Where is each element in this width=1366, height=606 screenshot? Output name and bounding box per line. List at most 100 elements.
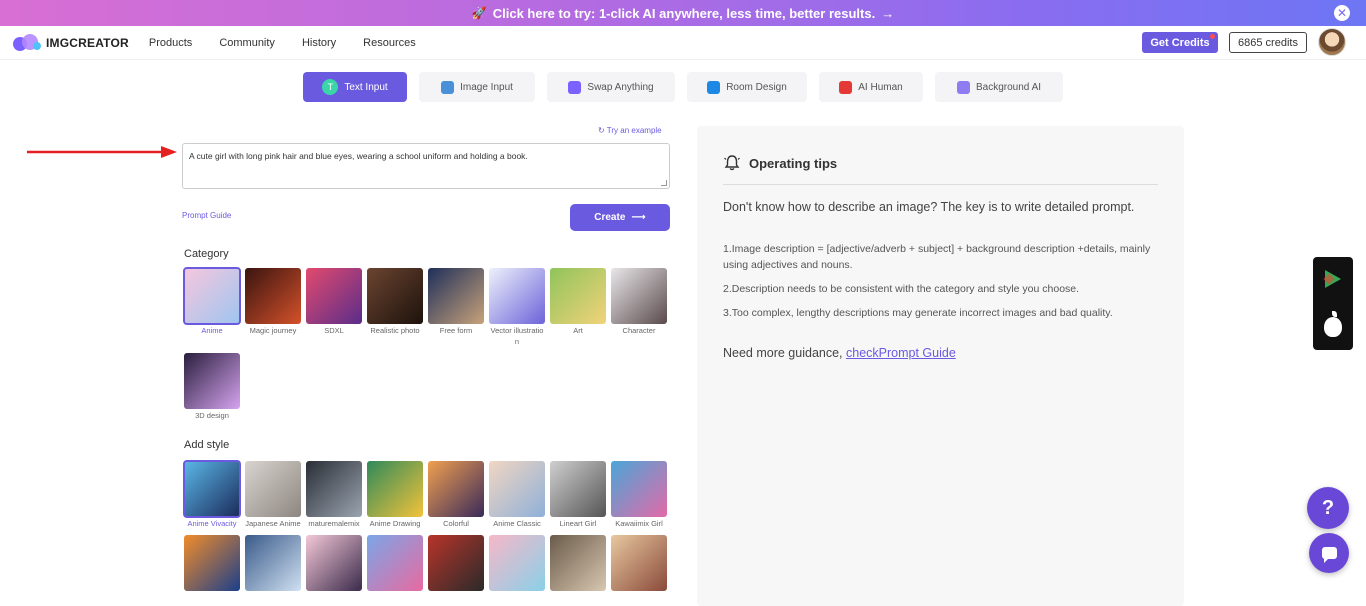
tab-label: Background AI [975,81,1042,93]
style-label: Japanese Anime [245,519,301,528]
style-label: Anime Drawing [369,519,421,528]
prompt-guide-link[interactable]: checkPrompt Guide [846,346,956,360]
style-thumbnail [184,535,240,591]
category-thumbnail [489,268,545,324]
tips-title: Operating tips [749,155,838,171]
style-thumbnail [367,535,423,591]
main-menu: Products Community History Resources [149,37,443,49]
logo[interactable]: IMGCREATOR [13,33,129,52]
category-item[interactable]: Vector illustration [489,268,545,347]
style-item[interactable] [184,535,240,591]
tab-label: Swap Anything [587,81,654,93]
red-arrow-annotation [27,146,177,158]
try-example-link[interactable]: ↻ Try an example [598,126,662,135]
tab-label: Text Input [344,81,388,93]
create-button[interactable]: Create ⟶ [570,204,670,231]
category-item[interactable]: 3D design [184,353,240,421]
menu-products[interactable]: Products [149,37,192,49]
tab-room-design[interactable]: Room Design [687,72,807,102]
style-item[interactable] [367,535,423,591]
style-thumbnail [550,535,606,591]
divider [723,184,1158,185]
apple-icon[interactable] [1324,311,1342,337]
style-item[interactable]: Anime Vivacity [183,460,241,529]
style-grid: Anime Vivacity Japanese Anime maturemalemi… [183,460,667,591]
try-example-label: Try an example [606,126,662,135]
category-label: Magic journey [249,326,297,335]
tab-label: AI Human [858,81,903,93]
style-item[interactable] [428,535,484,591]
close-icon[interactable]: ✕ [1334,5,1350,21]
category-item[interactable]: Realistic photo [367,268,423,347]
style-item[interactable] [489,535,545,591]
category-thumbnail [428,268,484,324]
category-item[interactable]: Free form [428,268,484,347]
style-item[interactable]: Anime Drawing [367,461,423,529]
menu-community[interactable]: Community [219,37,275,49]
category-thumbnail [611,268,667,324]
style-item[interactable] [306,535,362,591]
help-button[interactable]: ? [1307,487,1349,529]
category-item[interactable]: Character [611,268,667,347]
tab-background-ai[interactable]: Background AI [935,72,1063,102]
category-item[interactable]: SDXL [306,268,362,347]
style-thumbnail [245,461,301,517]
tab-text-input[interactable]: T Text Input [303,72,407,102]
logo-icon [13,33,41,52]
style-item[interactable]: Anime Classic [489,461,545,529]
category-item[interactable]: Art [550,268,606,347]
style-item[interactable] [611,535,667,591]
style-item[interactable]: Japanese Anime [245,461,301,529]
style-item[interactable] [550,535,606,591]
style-item[interactable]: Colorful [428,461,484,529]
category-label: Character [622,326,656,335]
menu-resources[interactable]: Resources [363,37,416,49]
category-label: SDXL [324,326,344,335]
category-title: Category [184,248,229,260]
top-nav: IMGCREATOR Products Community History Re… [0,26,1366,60]
get-credits-label: Get Credits [1150,36,1210,49]
resize-handle-icon[interactable] [661,180,667,186]
style-thumbnail [489,461,545,517]
style-item[interactable]: Kawaiimix Girl [611,461,667,529]
category-label: Free form [439,326,473,335]
tab-image-input[interactable]: Image Input [419,72,535,102]
style-thumbnail [245,535,301,591]
tab-swap-anything[interactable]: Swap Anything [547,72,675,102]
mountain-icon [956,80,970,94]
tab-ai-human[interactable]: AI Human [819,72,923,102]
credits-balance[interactable]: 6865 credits [1229,32,1307,53]
mode-tabs: T Text Input Image Input Swap Anything R… [303,72,1075,102]
category-thumbnail [184,353,240,409]
prompt-input[interactable]: A cute girl with long pink hair and blue… [182,143,670,189]
get-credits-button[interactable]: Get Credits [1142,32,1218,53]
category-label: Realistic photo [370,326,420,335]
menu-history[interactable]: History [302,37,336,49]
style-thumbnail [183,460,241,518]
category-item[interactable]: Magic journey [245,268,301,347]
style-thumbnail [428,535,484,591]
tip-2: 2.Description needs to be consistent wit… [723,283,1080,295]
category-label: 3D design [195,411,229,420]
more-guidance-text: Need more guidance, [723,346,846,360]
refresh-icon: ↻ [598,126,605,135]
style-thumbnail [367,461,423,517]
category-label: Art [573,326,583,335]
rocket-icon: 🚀 [471,6,487,20]
chat-button[interactable] [1309,533,1349,573]
google-play-icon[interactable] [1325,270,1341,288]
style-item[interactable]: maturemalemix [306,461,362,529]
style-item[interactable]: Lineart Girl [550,461,606,529]
human-icon [839,80,853,94]
style-thumbnail [306,535,362,591]
style-thumbnail [611,461,667,517]
promo-banner[interactable]: 🚀 Click here to try: 1-click AI anywhere… [0,0,1366,26]
arrow-right-icon: ⟶ [631,212,646,223]
style-label: maturemalemix [308,519,360,528]
avatar[interactable] [1318,28,1346,56]
style-item[interactable] [245,535,301,591]
prompt-guide-link[interactable]: Prompt Guide [182,211,231,220]
promo-text[interactable]: Click here to try: 1-click AI anywhere, … [493,6,875,21]
category-item[interactable]: Anime [183,267,241,347]
tips-header: Operating tips [723,154,837,172]
